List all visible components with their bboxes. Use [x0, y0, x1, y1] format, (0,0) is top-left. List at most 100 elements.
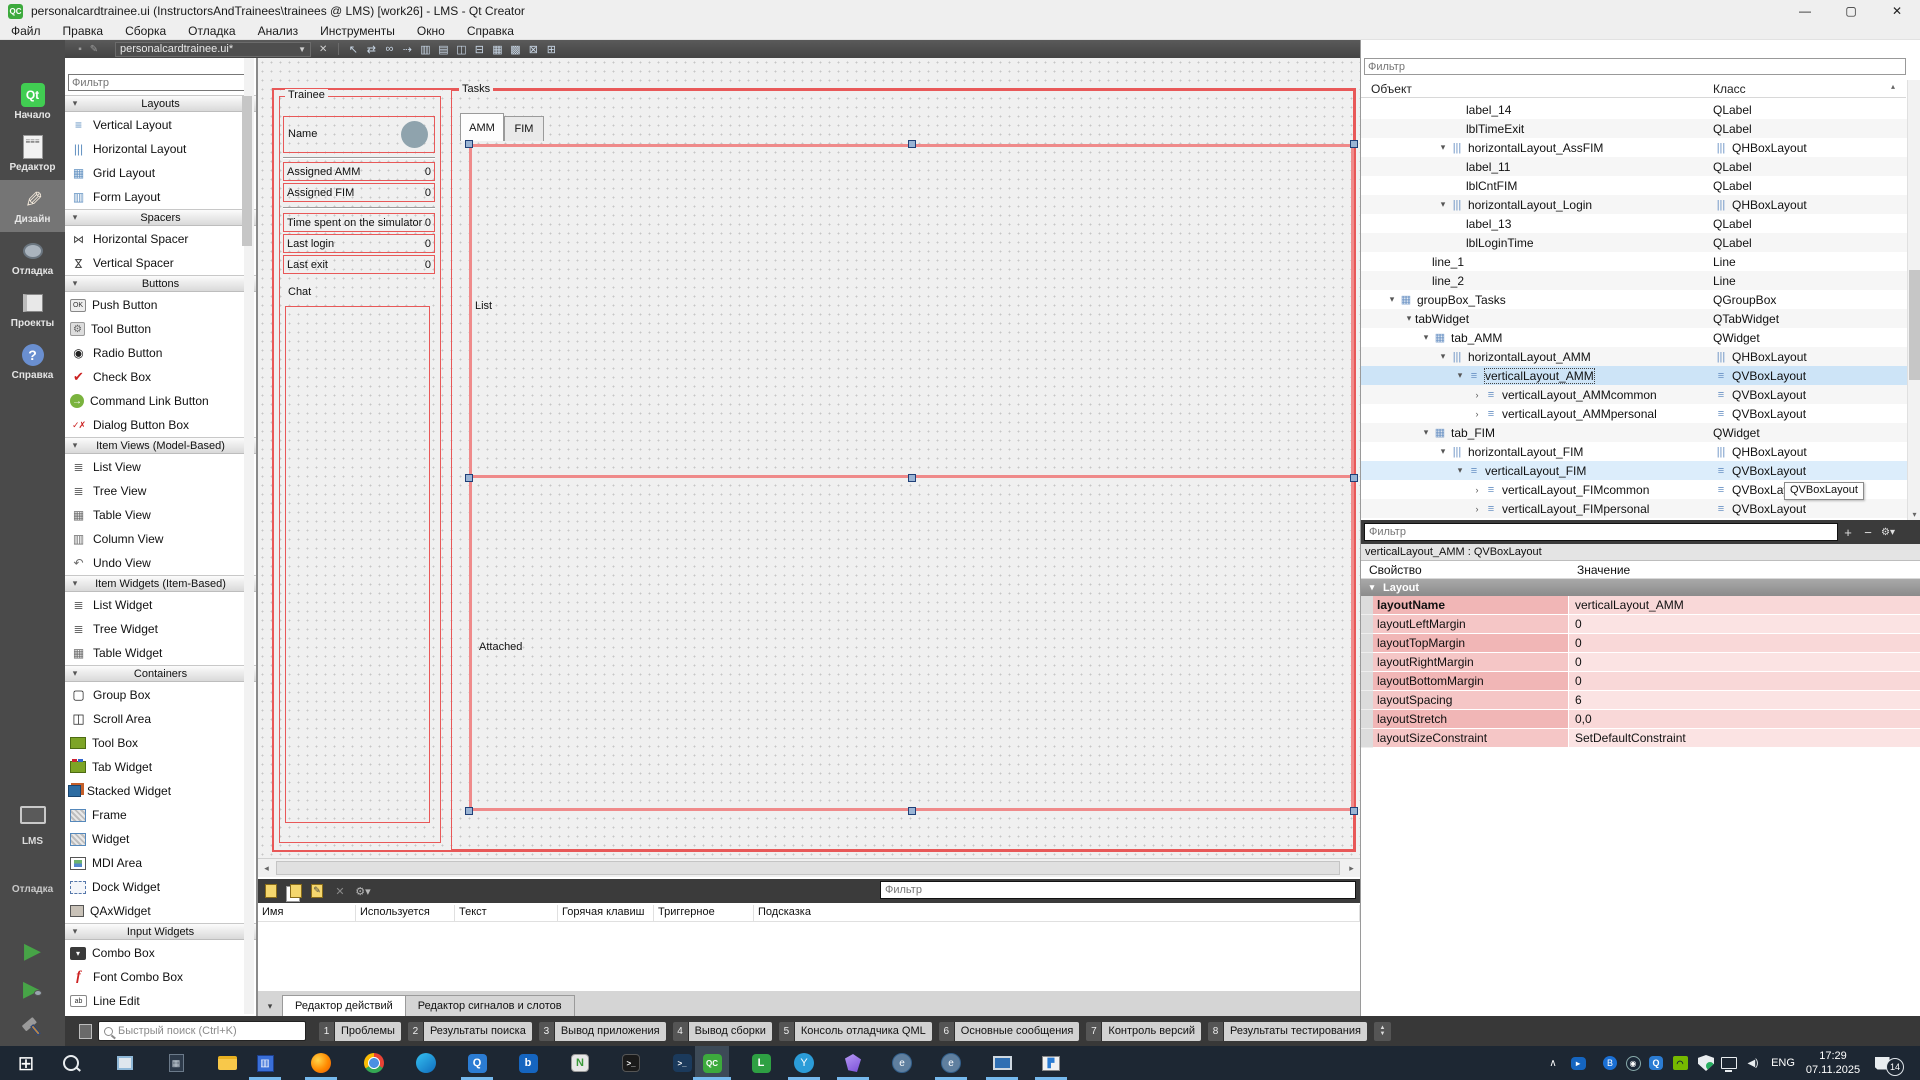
- widget-item-line-edit[interactable]: abLine Edit: [65, 989, 256, 1013]
- tree-row-horizontalLayout_FIM[interactable]: ▾|||horizontalLayout_FIM|||QHBoxLayout: [1361, 442, 1907, 461]
- bottom-tab-signals-slots[interactable]: Редактор сигналов и слотов: [406, 995, 575, 1016]
- stat-row-last-login[interactable]: Last login0: [283, 234, 435, 253]
- configure-icon[interactable]: ⚙▾: [1878, 527, 1898, 538]
- selection-handle[interactable]: [465, 807, 473, 815]
- scroll-right-icon[interactable]: ▸: [1343, 859, 1360, 877]
- firefox-icon[interactable]: [308, 1050, 334, 1076]
- mode-qt-home[interactable]: QtНачало: [0, 76, 65, 128]
- add-property-icon[interactable]: +: [1838, 525, 1858, 540]
- output-pane-1[interactable]: 1Проблемы: [319, 1022, 401, 1041]
- remove-property-icon[interactable]: −: [1858, 525, 1878, 540]
- widget-item-vertical-layout[interactable]: ≡Vertical Layout: [65, 113, 256, 137]
- window-app-icon[interactable]: ▛: [1038, 1050, 1064, 1076]
- selection-handle[interactable]: [908, 807, 916, 815]
- object-inspector-scrollbar[interactable]: ▾: [1907, 80, 1920, 523]
- tree-row-tabWidget[interactable]: ▾tabWidgetQTabWidget: [1361, 309, 1907, 328]
- cmd-icon[interactable]: >_: [618, 1050, 644, 1076]
- close-button[interactable]: ✕: [1874, 0, 1920, 22]
- scroll-up-icon[interactable]: ▴: [1891, 82, 1895, 91]
- selection-handle[interactable]: [1350, 474, 1358, 482]
- tray-expand-icon[interactable]: ∧: [1545, 1054, 1561, 1072]
- edit-widgets-icon[interactable]: ↖: [344, 41, 362, 57]
- form-editor-canvas[interactable]: Trainee Name Assigned AMM0Assigned FIM0 …: [258, 58, 1360, 877]
- maximize-button[interactable]: ▢: [1828, 0, 1874, 22]
- output-pane-6[interactable]: 6Основные сообщения: [939, 1022, 1080, 1041]
- action-editor-filter-input[interactable]: [880, 881, 1356, 899]
- edit-action-icon[interactable]: ✎: [307, 882, 327, 900]
- widget-item-table-view[interactable]: ▦Table View: [65, 503, 256, 527]
- run-debug-button[interactable]: ▶: [0, 974, 65, 1004]
- widget-box-filter-input[interactable]: [68, 74, 246, 91]
- tray-mail-icon[interactable]: ▸: [1568, 1054, 1588, 1072]
- widget-item-check-box[interactable]: ✔Check Box: [65, 365, 256, 389]
- section-header-containers[interactable]: ▾Containers: [65, 665, 256, 682]
- output-pane-5[interactable]: 5Консоль отладчика QML: [779, 1022, 932, 1041]
- property-row-layoutStretch[interactable]: layoutStretch0,0: [1361, 710, 1920, 729]
- column-header-3[interactable]: Текст: [455, 905, 558, 921]
- mail-app-icon[interactable]: b: [515, 1050, 541, 1076]
- clock[interactable]: 17:2907.11.2025: [1800, 1049, 1866, 1077]
- selection-handle[interactable]: [1350, 140, 1358, 148]
- column-header-2[interactable]: Используется: [356, 905, 455, 921]
- widget-item-vertical-spacer[interactable]: ⋈Vertical Spacer: [65, 251, 256, 275]
- expand-arrow-icon[interactable]: ▾: [1403, 313, 1415, 324]
- property-row-layoutTopMargin[interactable]: layoutTopMargin0: [1361, 634, 1920, 653]
- property-value[interactable]: 0: [1568, 672, 1920, 691]
- scrollbar-thumb[interactable]: [276, 861, 1340, 875]
- stat-row-time-spent-on-the-simulator[interactable]: Time spent on the simulator0: [283, 213, 435, 232]
- output-pane-3[interactable]: 3Вывод приложения: [539, 1022, 666, 1041]
- menu-инструменты[interactable]: Инструменты: [309, 22, 406, 40]
- selection-handle[interactable]: [908, 140, 916, 148]
- chrome-icon[interactable]: [361, 1050, 387, 1076]
- steam-icon[interactable]: ◉: [1623, 1054, 1643, 1072]
- fork-icon[interactable]: Y: [791, 1050, 817, 1076]
- tree-row-verticalLayout_AMMcommon[interactable]: ›≡verticalLayout_AMMcommon≡QVBoxLayout: [1361, 385, 1907, 404]
- property-row-layoutLeftMargin[interactable]: layoutLeftMargin0: [1361, 615, 1920, 634]
- property-value[interactable]: 0: [1568, 634, 1920, 653]
- selection-handle[interactable]: [908, 474, 916, 482]
- property-value[interactable]: SetDefaultConstraint: [1568, 729, 1920, 748]
- q-app-icon[interactable]: Q: [464, 1050, 490, 1076]
- tree-row-horizontalLayout_AMM[interactable]: ▾|||horizontalLayout_AMM|||QHBoxLayout: [1361, 347, 1907, 366]
- collapse-arrow-icon[interactable]: ›: [1471, 409, 1483, 419]
- column-header-4[interactable]: Горячая клавиш: [558, 905, 654, 921]
- menu-анализ[interactable]: Анализ: [247, 22, 310, 40]
- expand-arrow-icon[interactable]: ▾: [1454, 465, 1466, 476]
- property-value[interactable]: 0: [1568, 615, 1920, 634]
- delete-action-icon[interactable]: ✕: [330, 882, 350, 900]
- postgres-icon[interactable]: e: [889, 1050, 915, 1076]
- close-document-icon[interactable]: ✕: [319, 44, 327, 55]
- chat-group-box[interactable]: [285, 306, 430, 823]
- break-layout-icon[interactable]: ⊠: [524, 41, 542, 57]
- widget-item-tool-button[interactable]: ⚙Tool Button: [65, 317, 256, 341]
- expand-arrow-icon[interactable]: ▾: [1437, 351, 1449, 362]
- remote-desktop-icon[interactable]: [989, 1050, 1015, 1076]
- tree-row-verticalLayout_FIMpersonal[interactable]: ›≡verticalLayout_FIMpersonal≡QVBoxLayout: [1361, 499, 1907, 518]
- layout-section-header[interactable]: ▾ Layout: [1361, 579, 1920, 596]
- widget-item-stacked-widget[interactable]: Stacked Widget: [65, 779, 256, 803]
- copy-action-icon[interactable]: [284, 882, 304, 900]
- defender-icon[interactable]: [1696, 1054, 1716, 1072]
- menu-отладка[interactable]: Отладка: [177, 22, 246, 40]
- calculator-icon[interactable]: ▦: [163, 1050, 189, 1076]
- bottom-tab-actions[interactable]: Редактор действий: [282, 995, 406, 1016]
- tree-row-label_11[interactable]: label_11QLabel: [1361, 157, 1907, 176]
- widget-item-group-box[interactable]: ▢Group Box: [65, 683, 256, 707]
- task-view-icon[interactable]: [112, 1050, 138, 1076]
- kit-selector-icon[interactable]: [0, 800, 65, 830]
- output-pane-8[interactable]: 8Результаты тестирования: [1208, 1022, 1367, 1041]
- build-button[interactable]: [0, 1012, 65, 1042]
- section-header-buttons[interactable]: ▾Buttons: [65, 275, 256, 292]
- notepadpp-icon[interactable]: N: [567, 1050, 593, 1076]
- tray-q-icon[interactable]: Q: [1646, 1054, 1666, 1072]
- widget-item-horizontal-spacer[interactable]: ⋈Horizontal Spacer: [65, 227, 256, 251]
- widget-item-list-view[interactable]: ≣List View: [65, 455, 256, 479]
- expand-arrow-icon[interactable]: ▾: [1437, 142, 1449, 153]
- menu-сборка[interactable]: Сборка: [114, 22, 177, 40]
- class-column-header[interactable]: Класс: [1713, 82, 1746, 96]
- layout-splitter-horizontal-icon[interactable]: ◫: [452, 41, 470, 57]
- property-row-layoutSpacing[interactable]: layoutSpacing6: [1361, 691, 1920, 710]
- run-button[interactable]: ▶: [0, 936, 65, 966]
- tree-row-verticalLayout_AMMpersonal[interactable]: ›≡verticalLayout_AMMpersonal≡QVBoxLayout: [1361, 404, 1907, 423]
- property-row-layoutSizeConstraint[interactable]: layoutSizeConstraintSetDefaultConstraint: [1361, 729, 1920, 748]
